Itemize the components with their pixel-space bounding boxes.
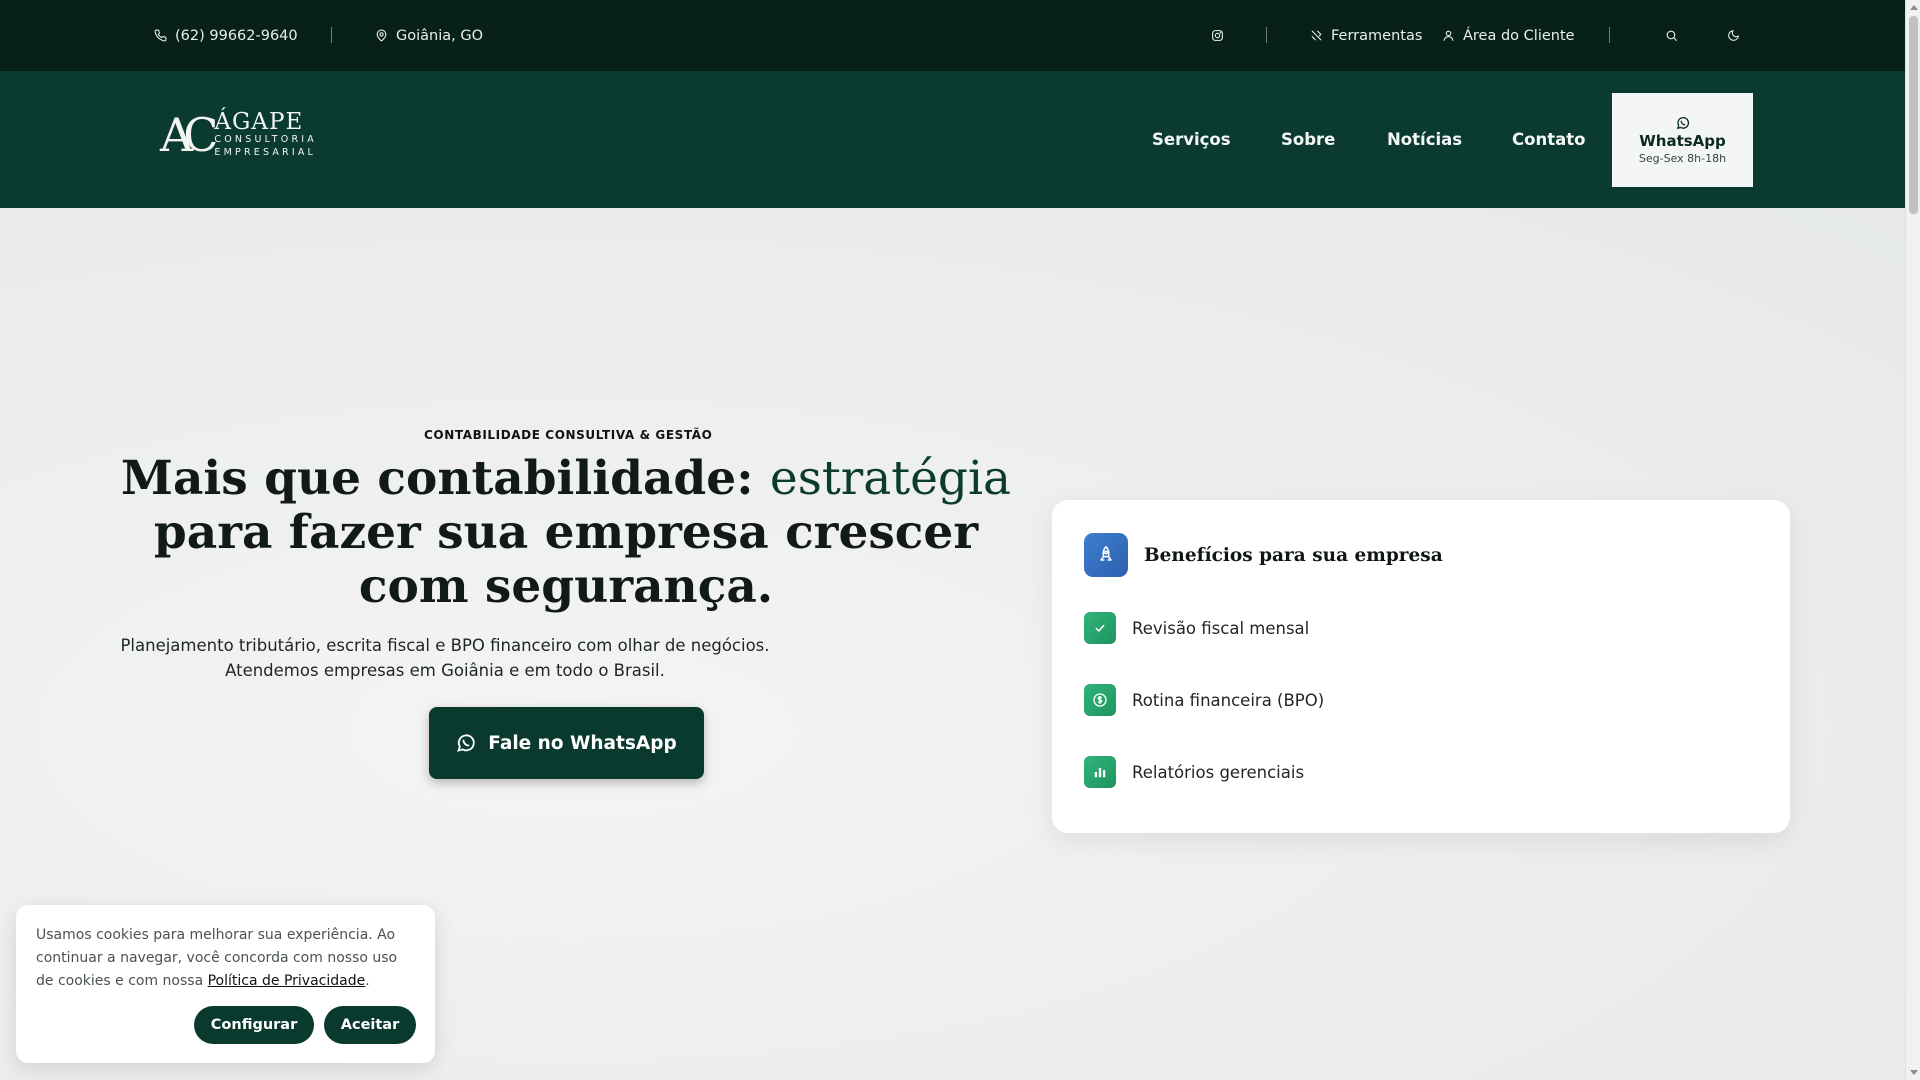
whatsapp-icon [457, 734, 475, 752]
hero-description-line-2: Atendemos empresas em Goiânia e em todo … [225, 661, 665, 680]
client-area-link[interactable]: Área do Cliente [1442, 0, 1575, 71]
theme-toggle[interactable] [1727, 0, 1740, 71]
benefit-label: Relatórios gerenciais [1132, 762, 1305, 782]
whatsapp-hours: Seg-Sex 8h-18h [1638, 151, 1727, 165]
nav-sobre[interactable]: Sobre [1281, 130, 1335, 149]
cookie-configure-button[interactable]: Configurar [194, 1006, 314, 1044]
benefit-item: Revisão fiscal mensal [1084, 612, 1309, 644]
benefit-item: Rotina financeira (BPO) [1084, 684, 1324, 716]
logo-subtitle-1: CONSULTORIA [214, 134, 317, 145]
logo[interactable]: AC ÁGAPE CONSULTORIA EMPRESARIAL [160, 111, 317, 160]
main-header: AC ÁGAPE CONSULTORIA EMPRESARIAL Serviço… [0, 71, 1905, 208]
client-area-label: Área do Cliente [1463, 27, 1575, 44]
nav-servicos[interactable]: Serviços [1152, 130, 1231, 149]
search-button[interactable] [1665, 0, 1678, 71]
benefit-item: Relatórios gerenciais [1084, 756, 1304, 788]
bar-chart-icon [1084, 756, 1116, 788]
tools-label: Ferramentas [1331, 27, 1423, 44]
cookie-message-end: . [365, 973, 370, 989]
logo-monogram: AC [160, 108, 219, 163]
cta-label: Fale no WhatsApp [488, 732, 677, 754]
benefit-label: Revisão fiscal mensal [1132, 618, 1310, 638]
privacy-policy-link[interactable]: Política de Privacidade [208, 973, 366, 989]
tools-link[interactable]: Ferramentas [1310, 0, 1422, 71]
cookie-text: Usamos cookies para melhorar sua experiê… [36, 924, 416, 993]
dollar-icon [1084, 684, 1116, 716]
map-pin-icon [376, 29, 387, 42]
search-icon [1666, 30, 1677, 41]
hero-eyebrow: CONTABILIDADE CONSULTIVA & GESTÃO [424, 428, 713, 442]
hero-headline: Mais que contabilidade: estratégia para … [106, 452, 1026, 614]
nav-noticias[interactable]: Notícias [1387, 130, 1462, 149]
scrollbar-thumb[interactable] [1909, 16, 1918, 214]
phone-icon [154, 29, 167, 42]
logo-brand: ÁGAPE [214, 109, 304, 135]
cta-whatsapp-button[interactable]: Fale no WhatsApp [429, 707, 704, 779]
cookie-accept-button[interactable]: Aceitar [324, 1006, 416, 1044]
nav-contato[interactable]: Contato [1512, 130, 1585, 149]
page-scrollbar[interactable] [1905, 0, 1920, 1080]
hero-description-line-1: Planejamento tributário, escrita fiscal … [120, 636, 770, 655]
scroll-up-arrow[interactable] [1910, 5, 1918, 10]
tools-icon [1311, 30, 1322, 41]
whatsapp-icon [1676, 116, 1689, 129]
divider [1609, 27, 1610, 43]
instagram-link[interactable] [1211, 0, 1224, 71]
location-text: Goiânia, GO [396, 27, 483, 44]
benefits-title: Benefícios para sua empresa [1144, 544, 1443, 566]
instagram-icon [1212, 30, 1223, 41]
moon-icon [1728, 30, 1739, 41]
logo-subtitle-2: EMPRESARIAL [214, 146, 317, 158]
headline-accent: estratégia [769, 451, 1012, 506]
hero-description: Planejamento tributário, escrita fiscal … [100, 633, 790, 683]
phone-number: (62) 99662-9640 [175, 27, 298, 44]
benefit-label: Rotina financeira (BPO) [1132, 690, 1325, 710]
top-bar: (62) 99662-9640 Goiânia, GO Ferramentas … [0, 0, 1905, 71]
divider [331, 27, 332, 43]
divider [1266, 27, 1267, 43]
headline-part-2: para fazer sua empresa crescer com segur… [153, 505, 979, 614]
whatsapp-label: WhatsApp [1639, 131, 1726, 150]
scroll-down-arrow[interactable] [1910, 1070, 1918, 1075]
check-icon [1084, 612, 1116, 644]
rocket-icon [1084, 533, 1128, 577]
cookie-banner: Usamos cookies para melhorar sua experiê… [16, 905, 435, 1063]
headline-part-1: Mais que contabilidade: [120, 451, 770, 506]
header-whatsapp-button[interactable]: WhatsApp Seg-Sex 8h-18h [1612, 93, 1753, 187]
benefits-card: Benefícios para sua empresa Revisão fisc… [1052, 500, 1790, 833]
user-icon [1443, 30, 1454, 41]
phone-link[interactable]: (62) 99662-9640 [154, 0, 298, 71]
location: Goiânia, GO [375, 0, 483, 71]
